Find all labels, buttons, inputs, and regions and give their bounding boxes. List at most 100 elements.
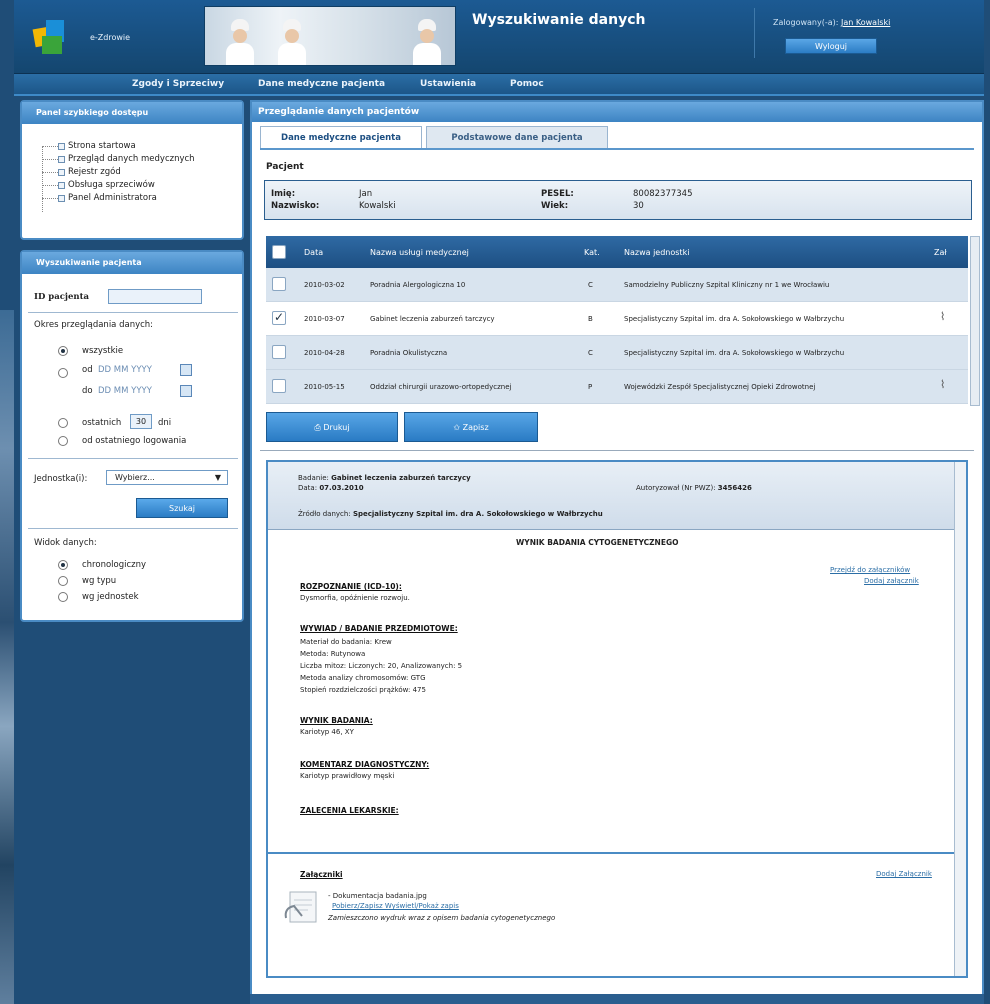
page-title: Wyszukiwanie danych [472,12,646,28]
pesel-label: PESEL: [541,189,574,199]
study-date: 07.03.2010 [319,484,364,492]
nav-consents[interactable]: Zgody i Sprzeciwy [132,79,224,89]
logged-in-label: Zalogowany(-a): Jan Kowalski [773,18,891,27]
main-panel: Przeglądanie danych pacjentów Dane medyc… [250,100,984,1004]
authorizer-id: 3456426 [717,484,752,492]
quick-access-title: Panel szybkiego dostępu [22,102,242,124]
age-label: Wiek: [541,201,569,211]
view-unit-radio[interactable] [58,592,68,602]
logo-icon [32,18,70,56]
attachment-actions-link[interactable]: Pobierz/Zapisz Wyświetl/Pokaż zapis [332,902,459,910]
section-diagnosis: ROZPOZNANIE (ICD-10): [300,582,402,591]
result-header: Badanie: Gabinet leczenia zaburzeń tarcz… [268,462,964,530]
select-all-checkbox[interactable] [272,245,286,259]
section-result: WYNIK BADANIA: [300,716,373,725]
nav-settings[interactable]: Ustawienia [420,79,476,89]
paperclip-icon[interactable]: ⌇ [940,310,945,323]
table-row[interactable]: 2010-04-28 Poradnia Okulistyczna C Specj… [266,336,968,370]
result-detail: Badanie: Gabinet leczenia zaburzeń tarcz… [266,460,968,978]
logout-button[interactable]: Wyloguj [785,38,877,54]
patient-search-title: Wyszukiwanie pacjenta [22,252,242,274]
row-checkbox[interactable] [272,310,286,325]
row-checkbox[interactable] [272,277,286,291]
view-chrono-radio[interactable] [58,560,68,570]
table-scrollbar[interactable] [970,236,980,406]
nav-medical-data[interactable]: Dane medyczne pacjenta [258,79,385,89]
tree-item-admin[interactable]: Panel Administratora [42,192,195,205]
pesel-value: 80082377345 [633,189,693,199]
print-button[interactable]: ⎙ Drukuj [266,412,398,442]
star-icon: ✩ [453,423,463,432]
patient-search-panel: Wyszukiwanie pacjenta ID pacjenta Okres … [20,250,244,622]
patient-id-label: ID pacjenta [34,292,90,302]
goto-attachments-link[interactable]: Przejdź do załączników [830,566,910,574]
document-attachment-icon [284,891,317,923]
period-since-login-radio[interactable] [58,436,68,446]
row-checkbox[interactable] [272,345,286,359]
from-date-input[interactable]: DD MM YYYY [98,365,152,375]
days-label: dni [158,418,172,428]
status-bar [250,994,984,1004]
attachments-title: Załączniki [300,870,343,879]
view-chrono-label: chronologiczny [82,560,147,570]
view-type-radio[interactable] [58,576,68,586]
table-row[interactable]: 2010-03-02 Poradnia Alergologiczna 10 C … [266,268,968,302]
since-login-label: od ostatniego logowania [82,436,187,446]
row-checkbox[interactable] [272,379,286,393]
table-header: Data Nazwa usługi medycznej Kat. Nazwa j… [266,236,968,268]
from-calendar-icon[interactable] [180,364,192,376]
header-photo [204,6,456,66]
patient-label: Pacjent [266,162,304,172]
period-range-radio[interactable] [58,368,68,378]
detail-scrollbar[interactable] [954,462,966,976]
result-text: Kariotyp 46, XY [300,728,354,736]
period-label: Okres przeglądania danych: [34,320,154,330]
last-label: ostatnich [82,418,122,428]
tree-item-start[interactable]: Strona startowa [42,140,195,153]
last-days-input[interactable]: 30 [130,414,152,429]
to-calendar-icon[interactable] [180,385,192,397]
tree-item-consents[interactable]: Rejestr zgód [42,166,195,179]
tab-basic-data[interactable]: Podstawowe dane pacjenta [426,126,608,148]
to-date-input[interactable]: DD MM YYYY [98,386,152,396]
result-title: WYNIK BADANIA CYTOGENETYCZNEGO [516,538,679,547]
table-row[interactable]: 2010-03-07 Gabinet leczenia zaburzeń tar… [266,302,968,336]
search-button[interactable]: Szukaj [136,498,228,518]
attachment-description: Zamieszczono wydruk wraz z opisem badani… [328,914,556,922]
save-button[interactable]: ✩ Zapisz [404,412,538,442]
attachments-box: Załączniki Dodaj Załącznik - Dokumentacj… [268,852,964,976]
period-last-radio[interactable] [58,418,68,428]
col-service[interactable]: Nazwa usługi medycznej [370,248,469,257]
section-recommendations: ZALECENIA LEKARSKIE: [300,806,399,815]
unit-select[interactable]: Wybierz... ▼ [106,470,228,485]
comment-text: Kariotyp prawidłowy męski [300,772,395,780]
age-value: 30 [633,201,644,211]
tree-item-objections[interactable]: Obsługa sprzeciwów [42,179,195,192]
main-title: Przeglądanie danych pacjentów [252,102,982,122]
col-cat[interactable]: Kat. [584,248,600,257]
user-name-link[interactable]: Jan Kowalski [841,18,890,27]
add-attachment-link[interactable]: Dodaj załącznik [864,577,919,585]
period-all-radio[interactable] [58,346,68,356]
brand-name: e-Zdrowie [90,33,131,42]
to-label: do [82,386,93,396]
paperclip-icon[interactable]: ⌇ [940,378,945,391]
header: e-Zdrowie Wyszukiwanie danych Zalogowany… [14,0,984,74]
view-unit-label: wg jednostek [82,592,139,602]
col-date[interactable]: Data [304,248,323,257]
period-all-label: wszystkie [82,346,124,356]
tree-item-medical-review[interactable]: Przegląd danych medycznych [42,153,195,166]
quick-access-tree: Strona startowa Przegląd danych medyczny… [42,140,195,205]
nav-help[interactable]: Pomoc [510,79,544,89]
chevron-down-icon: ▼ [214,473,221,482]
last-name-label: Nazwisko: [271,201,320,211]
add-attachment-link-2[interactable]: Dodaj Załącznik [876,870,932,878]
last-name-value: Kowalski [359,201,396,211]
col-unit[interactable]: Nazwa jednostki [624,248,689,257]
patient-id-input[interactable] [108,289,202,304]
desktop-background [0,310,14,1004]
attachment-file: - Dokumentacja badania.jpg [328,892,427,900]
tab-medical-data[interactable]: Dane medyczne pacjenta [260,126,422,148]
table-row[interactable]: 2010-05-15 Oddział chirurgii urazowo-ort… [266,370,968,404]
col-attach[interactable]: Zał [934,248,947,257]
